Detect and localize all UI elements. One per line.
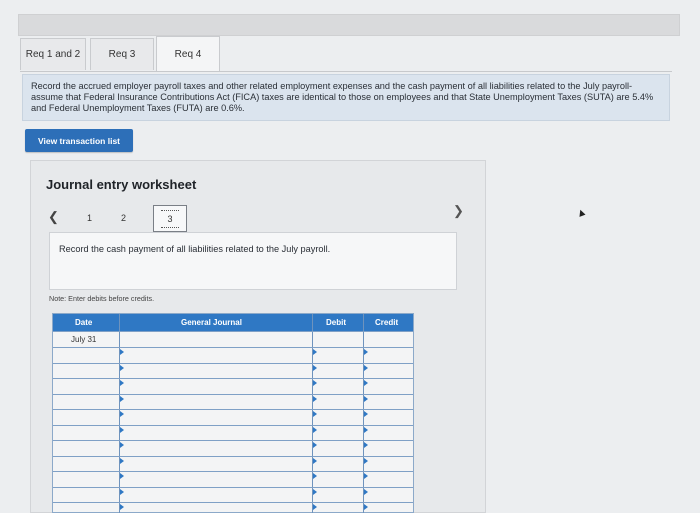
cell-arrow-icon [364, 411, 368, 417]
page-1[interactable]: 1 [87, 213, 92, 223]
journal-row-line [53, 487, 413, 488]
cell-arrow-icon [120, 380, 124, 386]
cell-arrow-icon [313, 489, 317, 495]
cell-arrow-icon [120, 411, 124, 417]
page-3[interactable]: 3 [153, 205, 187, 232]
header-date: Date [75, 318, 93, 327]
top-bar [18, 14, 680, 36]
cell-arrow-icon [364, 489, 368, 495]
journal-row-line [53, 471, 413, 472]
worksheet-pager: ❮ 1 2 3 [45, 205, 245, 233]
journal-row-line [53, 363, 413, 364]
cell-arrow-icon [364, 442, 368, 448]
cell-arrow-icon [120, 489, 124, 495]
chevron-right-icon[interactable]: ❯ [453, 203, 464, 219]
journal-row-line [53, 425, 413, 426]
cell-arrow-icon [364, 473, 368, 479]
header-credit: Credit [375, 318, 399, 327]
tab-req-1-and-2[interactable]: Req 1 and 2 [20, 38, 86, 70]
note-text: Note: Enter debits before credits. [49, 294, 155, 303]
cell-arrow-icon [120, 473, 124, 479]
journal-row-line [53, 331, 413, 332]
entry-prompt: Record the cash payment of all liabiliti… [49, 232, 457, 290]
cell-arrow-icon [313, 427, 317, 433]
cell-arrow-icon [313, 504, 317, 510]
cell-arrow-icon [120, 365, 124, 371]
cell-arrow-icon [120, 349, 124, 355]
cell-arrow-icon [313, 365, 317, 371]
cell-arrow-icon [313, 380, 317, 386]
cell-arrow-icon [364, 458, 368, 464]
cell-arrow-icon [313, 411, 317, 417]
mouse-cursor-icon: ▲ [574, 205, 589, 221]
view-transaction-list-button[interactable]: View transaction list [25, 129, 133, 152]
journal-row-line [53, 347, 413, 348]
journal-row-line [53, 502, 413, 503]
tab-req-4[interactable]: Req 4 [156, 36, 220, 71]
cell-arrow-icon [120, 458, 124, 464]
cell-arrow-icon [120, 442, 124, 448]
cell-arrow-icon [120, 504, 124, 510]
page-3-label: 3 [161, 209, 179, 228]
cell-arrow-icon [364, 396, 368, 402]
tab-req-3[interactable]: Req 3 [90, 38, 154, 70]
page-2[interactable]: 2 [121, 213, 126, 223]
cell-arrow-icon [313, 473, 317, 479]
cell-arrow-icon [313, 458, 317, 464]
journal-row-line [53, 378, 413, 379]
journal-row-line [53, 409, 413, 410]
cell-arrow-icon [313, 349, 317, 355]
journal-row-line [53, 440, 413, 441]
journal-row-line [53, 394, 413, 395]
cell-arrow-icon [120, 427, 124, 433]
worksheet-title: Journal entry worksheet [46, 177, 197, 192]
journal-entry-worksheet: Journal entry worksheet ❮ 1 2 3 Record t… [30, 160, 486, 513]
header-debit: Debit [326, 318, 346, 327]
cell-arrow-icon [313, 442, 317, 448]
cell-arrow-icon [364, 380, 368, 386]
journal-table: Date General Journal Debit Credit July 3… [52, 313, 414, 513]
cell-arrow-icon [364, 365, 368, 371]
cell-arrow-icon [364, 504, 368, 510]
cell-arrow-icon [364, 427, 368, 433]
journal-row-line [53, 456, 413, 457]
cell-arrow-icon [364, 349, 368, 355]
header-general-journal: General Journal [181, 318, 242, 327]
instructions-panel: Record the accrued employer payroll taxe… [22, 74, 670, 121]
date-cell: July 31 [71, 335, 97, 344]
chevron-left-icon[interactable]: ❮ [48, 209, 59, 225]
cell-arrow-icon [120, 396, 124, 402]
journal-header-row: Date General Journal Debit Credit [53, 314, 413, 331]
cell-arrow-icon [313, 396, 317, 402]
tab-divider [20, 71, 672, 72]
